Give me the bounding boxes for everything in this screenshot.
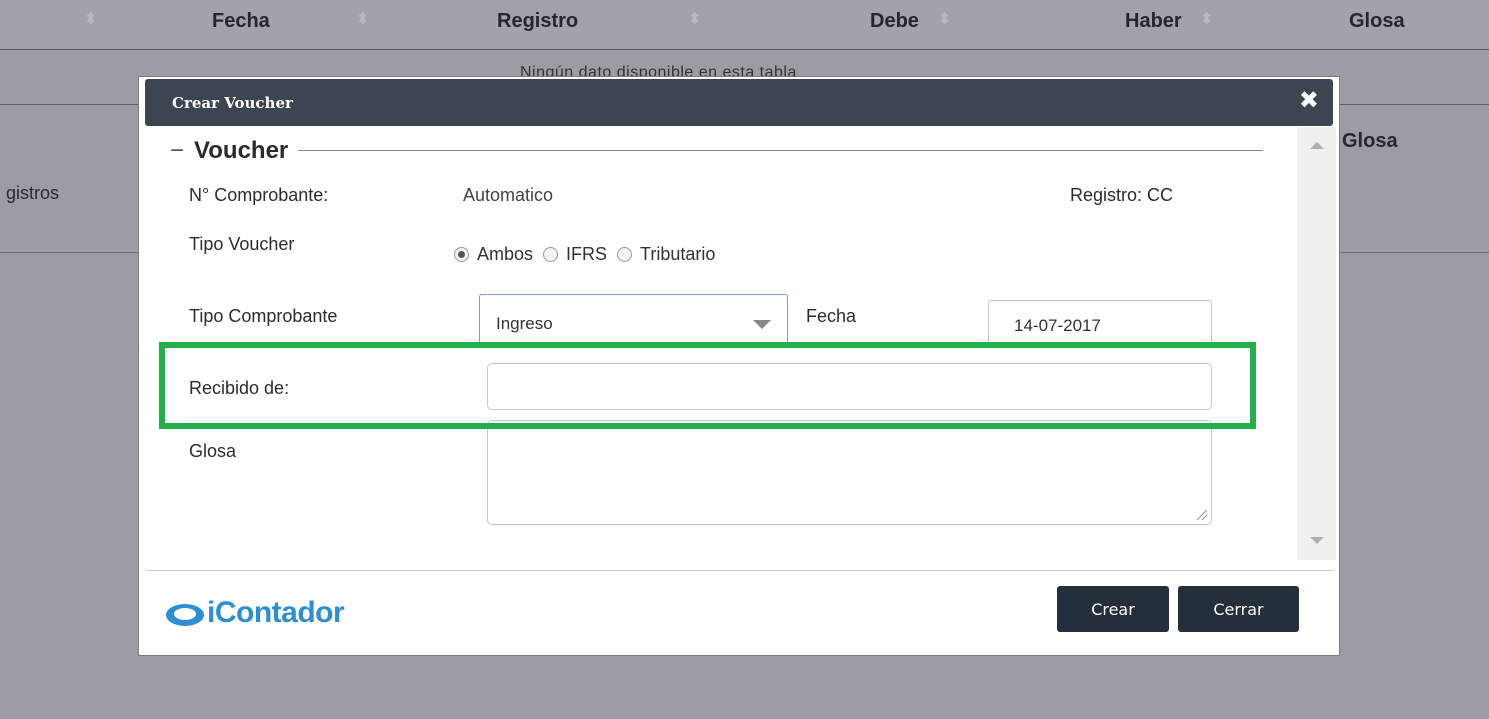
sort-icon[interactable]: ⬍ — [1200, 12, 1213, 28]
radio-button[interactable] — [543, 247, 559, 262]
modal-footer-divider — [146, 570, 1334, 571]
logo-text: iContador — [207, 596, 345, 629]
background-table-header: ⬍ Fecha ⬍ Registro ⬍ Debe ⬍ Haber ⬍ Glos… — [0, 0, 1489, 50]
crear-button[interactable]: Crear — [1057, 586, 1169, 632]
highlight-box — [159, 342, 1256, 429]
scroll-down-arrow-icon[interactable] — [1310, 537, 1324, 544]
column-header-glosa-secondary: Glosa — [1342, 130, 1398, 152]
radio-option-tributario[interactable]: Tributario — [617, 244, 715, 265]
column-header-glosa[interactable]: Glosa — [1349, 10, 1405, 33]
comprobante-label: N° Comprobante: — [189, 185, 329, 205]
column-header-registro[interactable]: Registro — [497, 10, 578, 33]
glosa-label: Glosa — [189, 441, 237, 461]
icontador-logo: iContador — [165, 596, 345, 630]
close-icon[interactable]: ✖ — [1299, 88, 1319, 114]
fecha-value: 14-07-2017 — [1014, 316, 1101, 335]
radio-option-ambos[interactable]: Ambos — [454, 244, 533, 265]
glosa-textarea[interactable] — [487, 420, 1212, 525]
column-header-haber[interactable]: Haber — [1125, 10, 1182, 33]
fecha-label: Fecha — [806, 306, 857, 326]
sort-icon[interactable]: ⬍ — [356, 12, 369, 28]
column-header-fecha[interactable]: Fecha — [212, 10, 270, 33]
cloud-icon — [166, 604, 204, 626]
tipo-voucher-radio-group: Ambos IFRS Tributario — [454, 244, 725, 265]
tipo-comprobante-label: Tipo Comprobante — [189, 306, 338, 326]
registros-count-text: gistros — [6, 183, 60, 203]
registro-label: Registro: CC — [1070, 185, 1174, 205]
sort-icon[interactable]: ⬍ — [938, 12, 951, 28]
radio-button[interactable] — [617, 247, 633, 262]
comprobante-value: Automatico — [463, 185, 554, 205]
fecha-input[interactable]: 14-07-2017 — [988, 300, 1212, 348]
radio-label: Ambos — [477, 244, 534, 264]
modal-title: Crear Voucher — [172, 94, 293, 112]
scroll-up-arrow-icon[interactable] — [1310, 142, 1324, 149]
radio-button-checked[interactable] — [454, 247, 469, 262]
sort-icon[interactable]: ⬍ — [84, 12, 97, 28]
radio-label: Tributario — [640, 244, 716, 264]
sort-icon[interactable]: ⬍ — [688, 12, 701, 28]
resize-handle-icon[interactable] — [1197, 510, 1207, 520]
radio-label: IFRS — [566, 244, 608, 264]
modal-scrollbar[interactable] — [1297, 127, 1336, 560]
chevron-down-icon[interactable] — [753, 320, 771, 329]
fieldset-border — [188, 150, 1263, 151]
column-header-debe[interactable]: Debe — [870, 10, 919, 33]
fieldset-legend: − Voucher — [170, 137, 299, 165]
select-value: Ingreso — [496, 314, 553, 333]
legend-title: Voucher — [194, 137, 289, 164]
cerrar-button[interactable]: Cerrar — [1178, 586, 1299, 632]
collapse-icon[interactable]: − — [170, 137, 184, 164]
modal-header: Crear Voucher ✖ — [145, 79, 1333, 126]
radio-option-ifrs[interactable]: IFRS — [543, 244, 607, 265]
tipo-comprobante-select[interactable]: Ingreso — [479, 294, 788, 347]
tipo-voucher-label: Tipo Voucher — [189, 234, 295, 254]
